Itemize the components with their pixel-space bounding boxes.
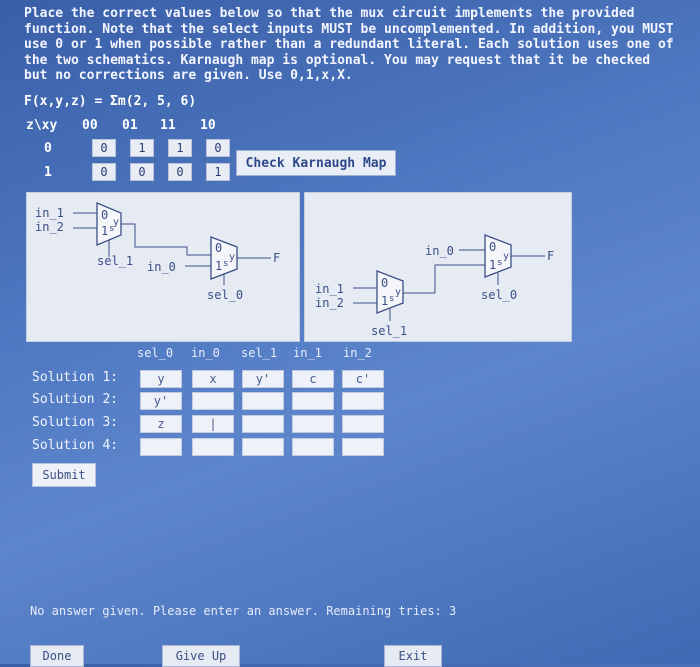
schematic1-sel0-label: sel_0 (207, 288, 243, 302)
kmap-cell[interactable]: 1 (130, 139, 154, 157)
mux-left-input1-label: 1 (381, 294, 388, 308)
mux1-input1-label: 1 (101, 224, 108, 238)
schematic2-sel0-label: sel_0 (481, 288, 517, 302)
kmap-row-label: 0 (44, 140, 52, 156)
karnaugh-map: z\xy 00 01 11 10 0 0 1 1 0 1 0 0 0 1 (26, 118, 244, 181)
solution4-in0-input[interactable] (192, 438, 234, 456)
solution2-sel1-input[interactable] (242, 392, 284, 410)
solution2-in1-input[interactable] (292, 392, 334, 410)
kmap-col-header: 00 (82, 118, 98, 133)
kmap-cell[interactable]: 1 (206, 163, 230, 181)
mux-right-input0-label: 0 (489, 240, 496, 254)
kmap-cell[interactable]: 1 (168, 139, 192, 157)
solution3-sel0-input[interactable] (140, 415, 182, 433)
solution3-in0-input[interactable] (192, 415, 234, 433)
mux-left-select-label: s (389, 294, 394, 304)
kmap-cell[interactable]: 0 (206, 139, 230, 157)
kmap-col-header: 10 (200, 118, 216, 133)
schematic-2[interactable]: 0 1 s y in_0 F sel_0 0 1 s y in_1 in_2 s… (304, 192, 572, 342)
schematic1-in0-label: in_0 (147, 260, 176, 274)
solution1-sel1-input[interactable] (242, 370, 284, 388)
solution1-in2-input[interactable] (342, 370, 384, 388)
mux2-output-label: y (229, 252, 235, 263)
solution-label: Solution 4: (32, 438, 119, 453)
mux2-input0-label: 0 (215, 241, 222, 255)
solution4-sel0-input[interactable] (140, 438, 182, 456)
solution1-in1-input[interactable] (292, 370, 334, 388)
schematic1-output-label: F (273, 251, 280, 265)
header-sel0: sel_0 (137, 346, 174, 360)
kmap-cell[interactable]: 0 (130, 163, 154, 181)
solution4-in2-input[interactable] (342, 438, 384, 456)
schematic-2-diagram: 0 1 s y in_0 F sel_0 0 1 s y in_1 in_2 s… (315, 234, 554, 338)
solution-label: Solution 2: (32, 392, 119, 407)
solution4-in1-input[interactable] (292, 438, 334, 456)
solution2-sel0-input[interactable] (140, 392, 182, 410)
mux-right-select-label: s (497, 258, 502, 268)
schematic2-in2-label: in_2 (315, 296, 344, 310)
schematic2-in0-label: in_0 (425, 244, 454, 258)
kmap-col-header: 11 (160, 118, 176, 133)
schematic1-sel1-label: sel_1 (97, 254, 133, 268)
kmap-cell[interactable]: 0 (92, 163, 116, 181)
solution2-in2-input[interactable] (342, 392, 384, 410)
kmap-header-row: z\xy 00 01 11 10 (26, 118, 244, 133)
header-sel1: sel_1 (241, 346, 278, 360)
solution1-in0-input[interactable] (192, 370, 234, 388)
solution2-in0-input[interactable] (192, 392, 234, 410)
kmap-col-header: 01 (122, 118, 138, 133)
mux-right-output-label: y (503, 251, 509, 262)
solution-label: Solution 1: (32, 370, 119, 385)
mux2-select-label: s (223, 259, 228, 269)
kmap-cell[interactable]: 0 (92, 139, 116, 157)
kmap-row: 1 0 0 0 1 (26, 163, 244, 181)
solution3-sel1-input[interactable] (242, 415, 284, 433)
mux1-input0-label: 0 (101, 208, 108, 222)
kmap-cell[interactable]: 0 (168, 163, 192, 181)
function-label: F(x,y,z) = Σm(2, 5, 6) (24, 94, 197, 109)
mux2-input1-label: 1 (215, 259, 222, 273)
mux-left-input0-label: 0 (381, 276, 388, 290)
instructions-text: Place the correct values below so that t… (24, 6, 674, 83)
kmap-row: 0 0 1 1 0 (26, 139, 244, 157)
schematic-1-diagram: 0 1 s y in_1 in_2 sel_1 in_0 0 1 s y F s… (35, 202, 280, 302)
mux1-output-label: y (113, 217, 119, 228)
header-in1: in_1 (293, 346, 322, 360)
schematic2-in1-label: in_1 (315, 282, 344, 296)
kmap-row-label: 1 (44, 164, 52, 180)
schematic2-sel1-label: sel_1 (371, 324, 407, 338)
mux-right-input1-label: 1 (489, 258, 496, 272)
solution4-sel1-input[interactable] (242, 438, 284, 456)
schematic-1[interactable]: 0 1 s y in_1 in_2 sel_1 in_0 0 1 s y F s… (26, 192, 300, 342)
schematic1-in2-label: in_2 (35, 220, 64, 234)
status-message: No answer given. Please enter an answer.… (30, 604, 457, 618)
header-in0: in_0 (191, 346, 220, 360)
kmap-corner-label: z\xy (26, 118, 58, 133)
mux-left-output-label: y (395, 287, 401, 298)
solution3-in2-input[interactable] (342, 415, 384, 433)
check-karnaugh-map-button[interactable]: Check Karnaugh Map (236, 150, 396, 176)
solution3-in1-input[interactable] (292, 415, 334, 433)
schematic2-output-label: F (547, 249, 554, 263)
header-in2: in_2 (343, 346, 372, 360)
solution-label: Solution 3: (32, 415, 119, 430)
solution1-sel0-input[interactable] (140, 370, 182, 388)
submit-button[interactable]: Submit (32, 463, 96, 487)
schematic1-in1-label: in_1 (35, 206, 64, 220)
